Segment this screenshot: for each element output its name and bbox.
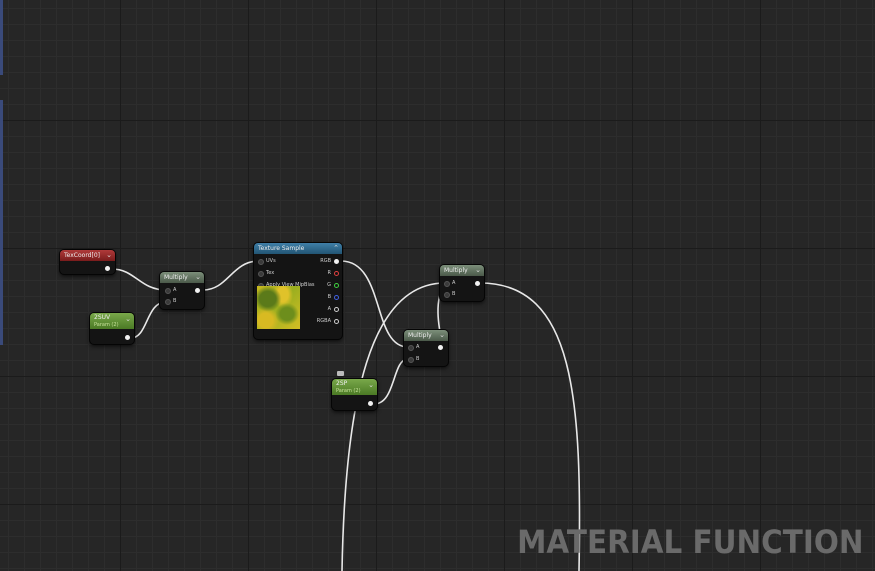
multiply-node-2-label-b: B (452, 291, 456, 297)
texture-sample-label-rgb: RGB (320, 258, 331, 264)
multiply-node-3[interactable]: Multiply ⌄ A B (404, 330, 448, 366)
param-2suv-output-pin[interactable] (125, 335, 130, 340)
chevron-up-icon[interactable]: ⌃ (333, 243, 339, 254)
chevron-down-icon[interactable]: ⌄ (475, 265, 481, 276)
texture-sample-output-a[interactable] (334, 307, 339, 312)
multiply-node-1-header[interactable]: Multiply ⌄ (160, 272, 204, 283)
wire-multiply1-to-texture-uvs (202, 260, 260, 291)
multiply-node-2-label-a: A (452, 280, 456, 286)
param-2suv-node[interactable]: 2SUV Param (2) ⌄ (90, 313, 134, 344)
texture-sample-output-rgb[interactable] (334, 259, 339, 264)
multiply-node-1-input-b[interactable] (165, 299, 171, 305)
texture-sample-input-tex[interactable] (258, 271, 264, 277)
texture-sample-node[interactable]: Texture Sample ⌃ UVs Tex Apply View MipB… (254, 243, 342, 339)
wire-param-sp-to-multiply3-b (373, 358, 409, 405)
multiply-node-3-label-a: A (416, 344, 420, 350)
texture-sample-label-tex: Tex (266, 270, 275, 276)
texcoord-header[interactable]: TexCoord[0] ⌄ (60, 250, 115, 261)
multiply-node-2-title: Multiply (444, 267, 468, 274)
wire-multiply2-a-to-bottom (341, 282, 446, 571)
multiply-node-3-output-pin[interactable] (438, 345, 443, 350)
texture-sample-label-g: G (327, 282, 331, 288)
param-2sp-header[interactable]: 2SP Param (2) ⌄ (332, 379, 377, 395)
texture-sample-output-g[interactable] (334, 283, 339, 288)
multiply-node-1[interactable]: Multiply ⌄ A B (160, 272, 204, 309)
texture-sample-header[interactable]: Texture Sample ⌃ (254, 243, 342, 254)
multiply-node-3-label-b: B (416, 356, 420, 362)
texcoord-title: TexCoord[0] (64, 252, 100, 259)
multiply-node-1-output-pin[interactable] (195, 288, 200, 293)
multiply-node-3-input-a[interactable] (408, 345, 414, 351)
texture-sample-output-b[interactable] (334, 295, 339, 300)
texture-sample-label-b: B (327, 294, 331, 300)
chevron-down-icon[interactable]: ⌄ (125, 315, 131, 323)
texture-sample-title: Texture Sample (258, 245, 305, 252)
comment-icon[interactable] (337, 371, 344, 376)
texture-sample-output-rgba[interactable] (334, 319, 339, 324)
wire-texcoord-to-multiply1-a (111, 268, 167, 291)
multiply-node-1-label-b: B (173, 298, 177, 304)
multiply-node-2-input-a[interactable] (444, 281, 450, 287)
chevron-down-icon[interactable]: ⌄ (439, 330, 445, 341)
param-2sp-output-pin[interactable] (368, 401, 373, 406)
material-function-watermark: MATERIAL FUNCTION (516, 523, 863, 561)
param-2suv-title: 2SUV (94, 314, 111, 321)
texture-sample-input-uvs[interactable] (258, 259, 264, 265)
multiply-node-1-input-a[interactable] (165, 288, 171, 294)
multiply-node-3-header[interactable]: Multiply ⌄ (404, 330, 448, 341)
texture-sample-label-r: R (327, 270, 331, 276)
texcoord-node[interactable]: TexCoord[0] ⌄ (60, 250, 115, 274)
texture-preview-thumbnail (257, 286, 300, 329)
multiply-node-2-header[interactable]: Multiply ⌄ (440, 265, 484, 276)
texture-sample-label-a: A (327, 306, 331, 312)
multiply-node-2-output-pin[interactable] (475, 281, 480, 286)
multiply-node-3-input-b[interactable] (408, 357, 414, 363)
chevron-down-icon[interactable]: ⌄ (106, 250, 112, 261)
multiply-node-1-title: Multiply (164, 274, 188, 281)
texture-sample-label-rgba: RGBA (316, 318, 331, 324)
wire-layer (111, 260, 581, 571)
texcoord-output-pin[interactable] (105, 266, 110, 271)
multiply-node-3-title: Multiply (408, 332, 432, 339)
param-2sp-node[interactable]: 2SP Param (2) ⌄ (332, 379, 377, 410)
texture-sample-label-uvs: UVs (266, 258, 276, 264)
chevron-down-icon[interactable]: ⌄ (368, 381, 374, 389)
multiply-node-1-label-a: A (173, 287, 177, 293)
chevron-down-icon[interactable]: ⌄ (195, 272, 201, 283)
texture-sample-output-r[interactable] (334, 271, 339, 276)
param-2sp-title: 2SP (336, 380, 348, 387)
multiply-node-2[interactable]: Multiply ⌄ A B (440, 265, 484, 301)
multiply-node-2-input-b[interactable] (444, 292, 450, 298)
param-2suv-header[interactable]: 2SUV Param (2) ⌄ (90, 313, 134, 329)
